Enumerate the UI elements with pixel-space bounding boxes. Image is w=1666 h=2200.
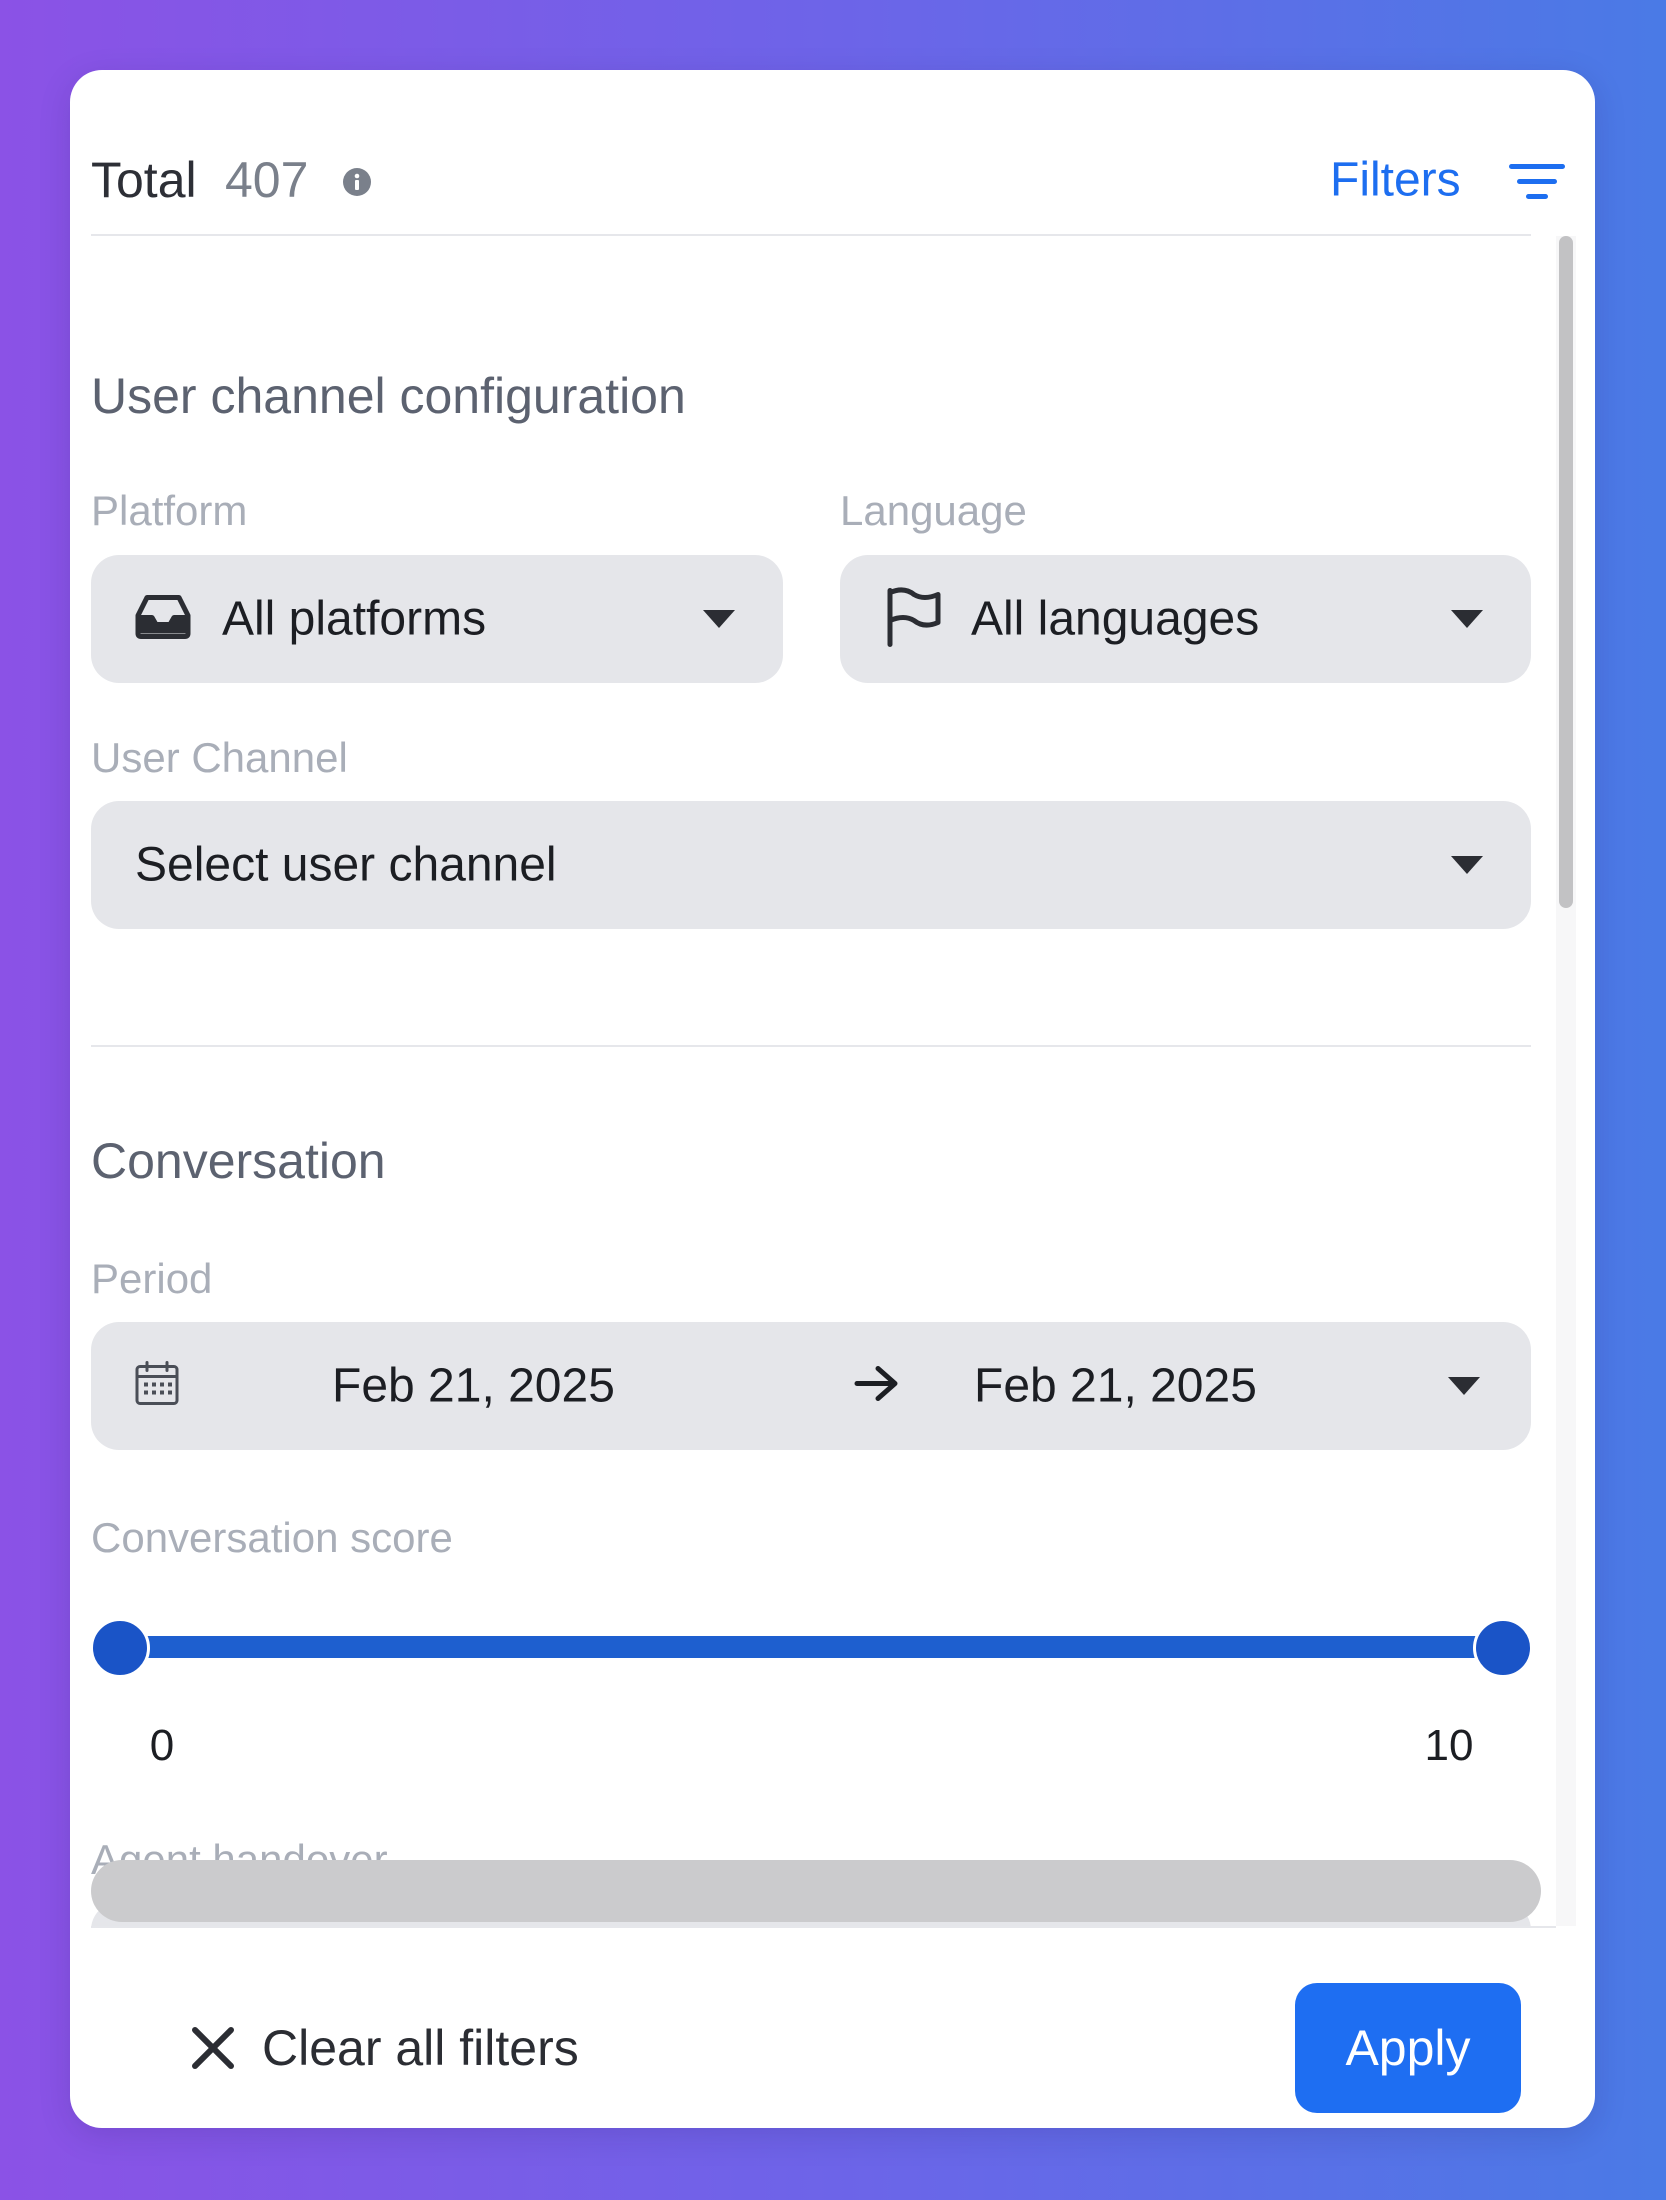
chevron-down-icon [703, 610, 735, 628]
period-label: Period [91, 1255, 213, 1302]
score-slider-min-handle[interactable] [90, 1618, 150, 1678]
filters-header: Total 407 Filters [70, 70, 1595, 235]
calendar-icon [133, 1360, 181, 1413]
total-count: 407 [225, 152, 309, 208]
language-value: All languages [971, 592, 1260, 646]
section-title-conversation: Conversation [91, 1133, 386, 1189]
score-min-value: 0 [149, 1721, 175, 1770]
chevron-down-icon [1451, 610, 1483, 628]
platform-select[interactable]: All platforms [91, 555, 783, 683]
period-end[interactable]: Feb 21, 2025 [974, 1359, 1257, 1414]
filters-toggle[interactable]: Filters [1330, 153, 1461, 208]
language-select[interactable]: All languages [840, 555, 1531, 683]
user-channel-select[interactable]: Select user channel [91, 801, 1531, 929]
arrow-right-icon [854, 1364, 900, 1409]
chevron-down-icon [1451, 856, 1483, 874]
section-divider [91, 1045, 1531, 1047]
info-icon[interactable] [342, 167, 372, 197]
flag-icon [882, 585, 944, 654]
score-max-value: 10 [1424, 1721, 1474, 1770]
user-channel-label: User Channel [91, 734, 348, 781]
language-label: Language [840, 487, 1027, 534]
horizontal-scrollbar-thumb[interactable] [91, 1860, 1541, 1922]
close-icon [190, 2025, 236, 2071]
chevron-down-icon [1448, 1377, 1480, 1395]
platform-value: All platforms [222, 592, 487, 646]
score-slider-track[interactable] [118, 1636, 1500, 1658]
user-channel-placeholder: Select user channel [135, 838, 557, 892]
total-label: Total [91, 152, 197, 208]
period-select[interactable]: Feb 21, 2025 Feb 21, 2025 [91, 1322, 1531, 1450]
period-start[interactable]: Feb 21, 2025 [332, 1359, 615, 1414]
conversation-score-label: Conversation score [91, 1514, 453, 1561]
section-title-user-channel: User channel configuration [91, 368, 686, 424]
apply-button[interactable]: Apply [1295, 1983, 1521, 2113]
filters-scroll-area[interactable]: User channel configuration Platform Lang… [70, 236, 1577, 1926]
filters-panel: Total 407 Filters User channel configura… [70, 70, 1595, 2128]
score-slider-max-handle[interactable] [1473, 1618, 1533, 1678]
filter-lines-icon[interactable] [1507, 162, 1567, 202]
inbox-icon [135, 594, 191, 645]
vertical-scrollbar-thumb[interactable] [1559, 236, 1573, 908]
platform-label: Platform [91, 487, 248, 534]
clear-all-filters-label: Clear all filters [262, 2020, 579, 2076]
clear-all-filters-button[interactable]: Clear all filters [190, 2008, 710, 2088]
footer-divider [91, 1926, 1556, 1928]
